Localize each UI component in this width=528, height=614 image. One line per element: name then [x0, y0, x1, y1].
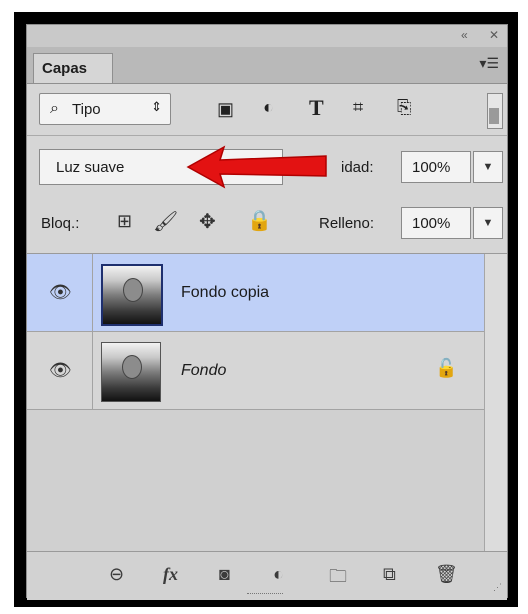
filter-row: ⌕ Tipo ⇕ ▣ ◐ T ⌗ ⎘ [27, 87, 507, 137]
image-filter-icon[interactable]: ▣ [217, 99, 234, 120]
layer-name[interactable]: Fondo copia [181, 284, 269, 302]
lock-row: Bloq.: ⊞ 🖌 ✥ 🔒 Relleno: 100% ▼ [27, 195, 507, 251]
filter-kind-label: Tipo [72, 101, 101, 118]
fx-layer-style-icon[interactable]: fx [163, 564, 178, 585]
panel-menu-icon[interactable]: ▾☰ [479, 55, 499, 72]
lock-icon: 🔓 [435, 358, 458, 378]
resize-grip-icon[interactable]: ⋰ [493, 582, 502, 593]
panel-title-bar: « ✕ [27, 25, 507, 48]
trash-icon[interactable]: 🗑 [435, 564, 458, 585]
adjustment-filter-icon[interactable]: ◐ [263, 97, 274, 118]
tab-capas-label: Capas [42, 60, 88, 77]
search-icon: ⌕ [50, 100, 59, 117]
opacity-dropdown-button[interactable]: ▼ [473, 151, 503, 183]
layers-bottom-toolbar: ⊖ fx ◙ ◐ 🗀 ⧉ 🗑 ⋰ [27, 551, 507, 600]
fill-value: 100% [412, 215, 451, 232]
filter-toggle-switch[interactable] [487, 93, 503, 129]
type-filter-icon[interactable]: T [309, 95, 324, 121]
double-left-arrow-icon[interactable]: « [461, 28, 468, 42]
eye-icon: 👁 [49, 360, 72, 380]
lock-position-move-icon[interactable]: ✥ [199, 209, 216, 234]
layer-name[interactable]: Fondo [181, 362, 226, 380]
layer-row-fondo-copia[interactable]: 👁 Fondo copia [27, 254, 487, 332]
fill-label: Relleno: [319, 215, 375, 232]
layer-thumbnail[interactable] [101, 342, 161, 402]
layers-panel: « ✕ Capas ▾☰ ⌕ Tipo ⇕ ▣ ◐ T ⌗ ⎘ Luz suav… [26, 24, 508, 600]
new-layer-icon[interactable]: ⧉ [383, 564, 396, 585]
link-layers-icon[interactable]: ⊖ [109, 564, 124, 585]
opacity-label: idad: [341, 159, 374, 176]
opacity-input[interactable]: 100% [401, 151, 471, 183]
opacity-value: 100% [412, 159, 451, 176]
eye-icon: 👁 [49, 282, 72, 302]
adjustment-layer-icon[interactable]: ◐ [273, 564, 284, 585]
close-icon[interactable]: ✕ [489, 28, 499, 42]
lock-image-pixels-brush-icon[interactable]: 🖌 [153, 209, 178, 234]
visibility-toggle[interactable]: 👁 [27, 254, 93, 331]
tab-bar: Capas ▾☰ [27, 47, 507, 84]
layers-scrollbar[interactable] [484, 254, 507, 552]
empty-layers-space [27, 410, 487, 552]
shape-filter-icon[interactable]: ⌗ [353, 97, 363, 118]
tab-capas[interactable]: Capas [33, 53, 113, 83]
blend-mode-value: Luz suave [56, 159, 125, 176]
lock-label: Bloq.: [41, 215, 80, 232]
fill-input[interactable]: 100% [401, 207, 471, 239]
red-arrow-annotation [186, 145, 327, 189]
new-group-folder-icon[interactable]: 🗀 [329, 564, 347, 594]
updown-chevron-icon: ⇕ [151, 99, 162, 114]
visibility-toggle[interactable]: 👁 [27, 332, 93, 409]
layer-thumbnail[interactable] [101, 264, 163, 326]
fill-dropdown-button[interactable]: ▼ [473, 207, 503, 239]
lock-transparent-pixels-icon[interactable]: ⊞ [117, 211, 132, 232]
smart-object-filter-icon[interactable]: ⎘ [397, 97, 411, 118]
panel-resize-handle[interactable] [247, 593, 283, 600]
layer-row-fondo[interactable]: 👁 Fondo 🔓 [27, 332, 487, 410]
filter-kind-select[interactable]: ⌕ Tipo ⇕ [39, 93, 171, 125]
lock-all-icon[interactable]: 🔒 [247, 208, 272, 233]
layers-list: 👁 Fondo copia 👁 Fondo 🔓 [27, 253, 507, 552]
add-mask-icon[interactable]: ◙ [219, 564, 230, 585]
